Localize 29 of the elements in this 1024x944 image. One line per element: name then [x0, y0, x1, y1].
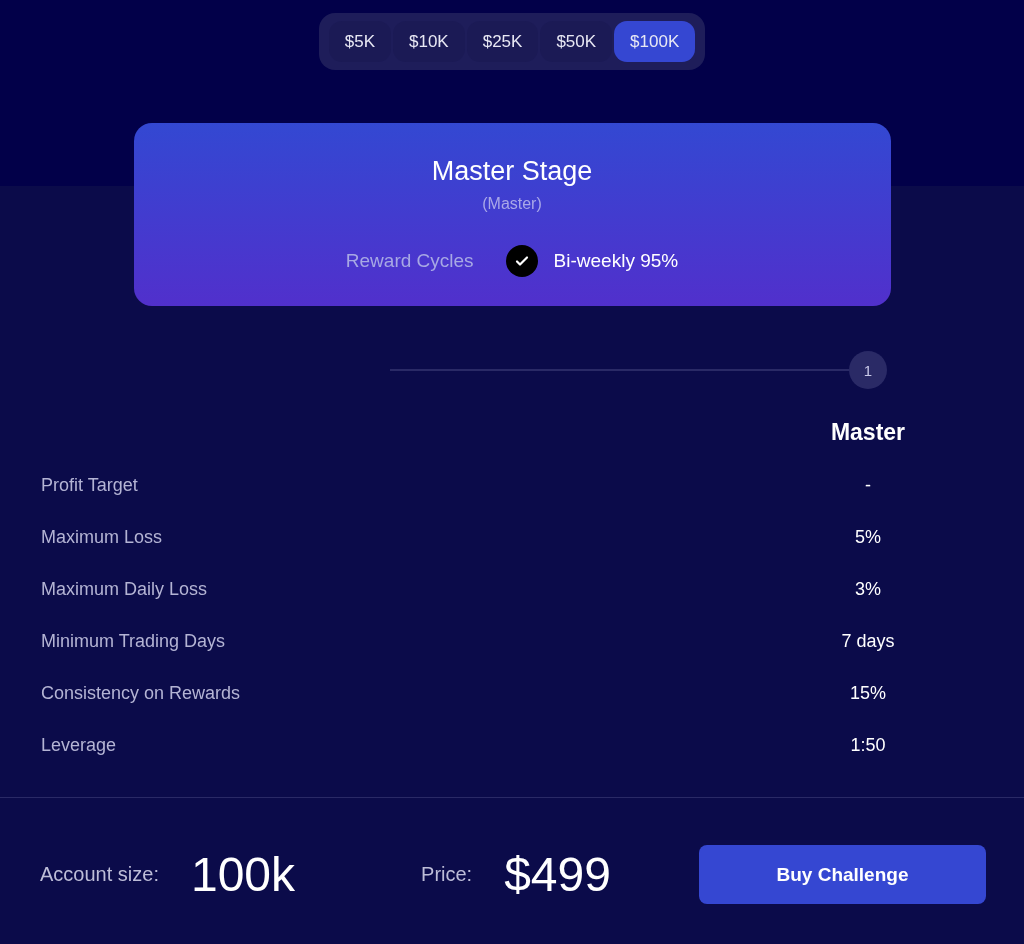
step-number: 1 [849, 351, 887, 389]
column-header: Master [829, 419, 907, 447]
rule-value: 5% [855, 527, 881, 547]
rule-value: - [865, 475, 871, 495]
price-label: Price: [421, 863, 473, 886]
account-size-tab[interactable]: $5K [328, 21, 391, 62]
account-size-tab[interactable]: $10K [393, 21, 465, 62]
rule-value: 7 days [841, 631, 895, 651]
rule-label: Minimum Trading Days [41, 631, 226, 651]
rule-value: 15% [850, 683, 886, 703]
rule-label: Profit Target [41, 475, 138, 495]
stage-title: Master Stage [431, 156, 593, 187]
account-size-label: Account size: [40, 863, 159, 886]
buy-challenge-button[interactable]: Buy Challenge [699, 845, 986, 904]
reward-option: Bi-weekly 95% [553, 250, 679, 272]
account-size-tab[interactable]: $100K [614, 21, 696, 62]
stage-subtitle: (Master) [482, 195, 542, 213]
checkbox[interactable] [505, 245, 538, 277]
price-value: $499 [504, 847, 611, 902]
rule-label: Maximum Daily Loss [41, 579, 208, 599]
reward-label: Reward Cycles [345, 250, 474, 272]
rule-label: Maximum Loss [41, 527, 163, 547]
rule-label: Leverage [41, 735, 117, 755]
account-size-tab[interactable]: $25K [466, 21, 539, 62]
account-size-value: 100k [190, 847, 296, 902]
rule-value: 3% [855, 579, 881, 599]
rule-label: Consistency on Rewards [41, 683, 241, 703]
rule-value: 1:50 [850, 735, 886, 755]
account-size-tab[interactable]: $50K [540, 21, 613, 62]
